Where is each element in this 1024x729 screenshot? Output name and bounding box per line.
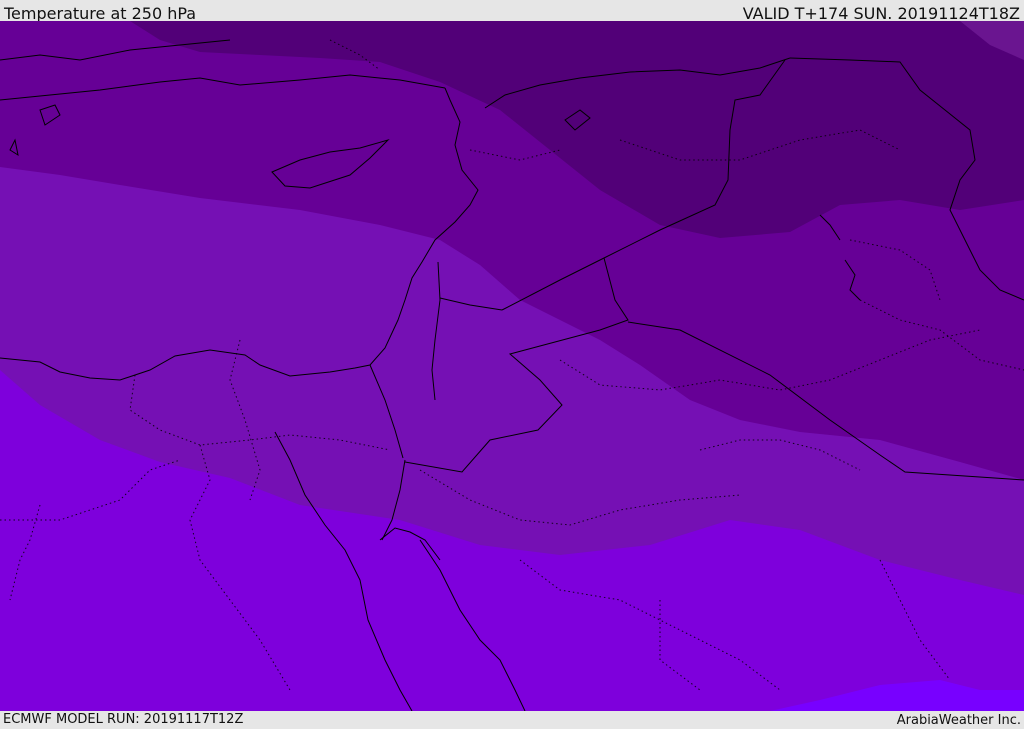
temperature-map	[0, 21, 1024, 711]
credit-label: ArabiaWeather Inc.	[896, 713, 1021, 728]
model-run-label: ECMWF MODEL RUN: 20191117T12Z	[3, 712, 244, 727]
footer-bar: ECMWF MODEL RUN: 20191117T12Z ArabiaWeat…	[0, 711, 1024, 729]
map-canvas	[0, 21, 1024, 711]
header-bar: Temperature at 250 hPa VALID T+174 SUN. …	[0, 0, 1024, 23]
